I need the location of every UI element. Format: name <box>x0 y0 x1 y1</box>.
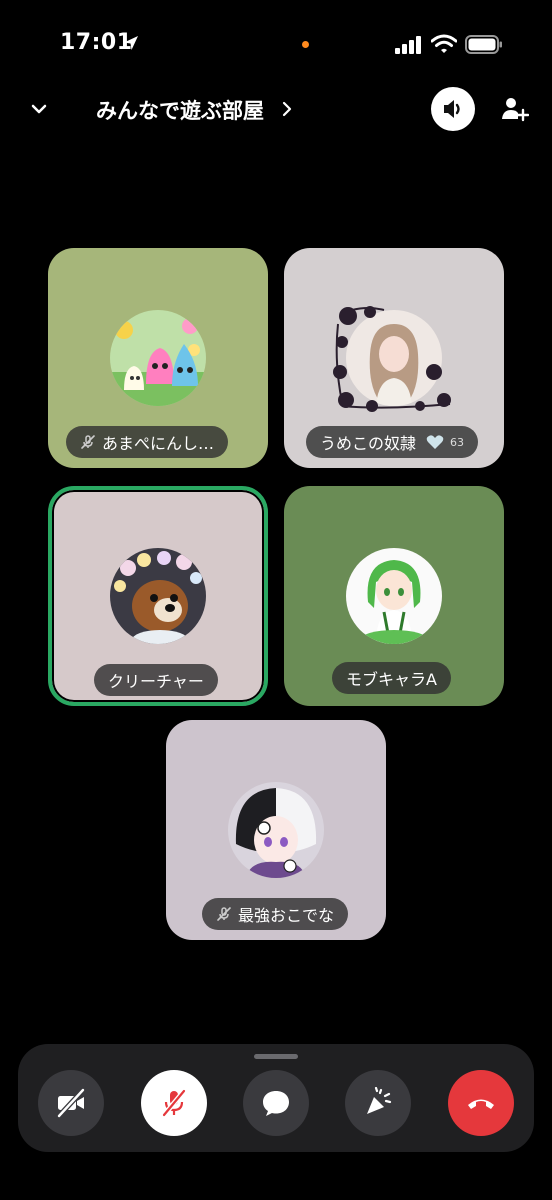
mic-in-use-indicator <box>302 41 309 48</box>
wifi-icon <box>431 34 457 53</box>
participant-name: クリーチャー <box>108 672 204 691</box>
camera-off-icon <box>56 1087 86 1119</box>
mic-off-icon <box>161 1088 187 1118</box>
participant-tile[interactable]: あまぺにんし… <box>48 248 268 468</box>
participant-tile[interactable]: 最強おこでな <box>166 720 386 940</box>
speaker-button[interactable] <box>431 87 475 131</box>
mic-off-icon <box>81 435 95 449</box>
badge-count: 63 <box>450 435 465 449</box>
participant-tile[interactable]: うめこの奴隷 63 <box>284 248 504 468</box>
participant-name: あまぺにんし… <box>102 434 215 453</box>
call-header: みんなで遊ぶ部屋 <box>0 84 552 134</box>
avatar <box>110 310 206 406</box>
location-arrow-icon <box>124 36 138 50</box>
participant-name: うめこの奴隷 <box>320 434 417 453</box>
mic-toggle-button[interactable] <box>141 1070 207 1136</box>
add-user-icon[interactable] <box>499 94 529 124</box>
participant-name: モブキャラA <box>346 670 437 689</box>
end-call-icon <box>468 1099 494 1109</box>
rose-frame-icon <box>333 306 451 412</box>
activity-icon <box>367 1087 392 1114</box>
battery-icon <box>465 35 502 54</box>
heart-badge-icon <box>426 435 444 449</box>
status-bar: 17:01 <box>0 0 552 90</box>
activity-button[interactable] <box>345 1070 411 1136</box>
camera-toggle-button[interactable] <box>38 1070 104 1136</box>
participant-name: 最強おこでな <box>238 906 335 925</box>
participant-tile[interactable]: モブキャラA <box>284 486 504 706</box>
chat-button[interactable] <box>243 1070 309 1136</box>
drag-handle[interactable] <box>254 1054 298 1059</box>
call-controls-bar <box>18 1044 534 1152</box>
participant-name-pill: モブキャラA <box>332 662 451 694</box>
chevron-down-icon[interactable] <box>24 94 54 124</box>
participant-name-pill: うめこの奴隷 63 <box>306 426 479 458</box>
chat-icon <box>263 1091 289 1116</box>
participant-tile-speaking[interactable]: クリーチャー <box>48 486 268 706</box>
participant-name-pill: あまぺにんし… <box>66 426 229 458</box>
avatar <box>346 548 442 644</box>
avatar <box>228 782 324 878</box>
chevron-right-icon[interactable] <box>280 99 294 119</box>
participant-name-pill: 最強おこでな <box>202 898 349 930</box>
room-title[interactable]: みんなで遊ぶ部屋 <box>96 95 264 125</box>
speaker-icon <box>444 100 460 118</box>
signal-icon <box>395 36 421 54</box>
end-call-button[interactable] <box>448 1070 514 1136</box>
mic-off-icon <box>217 907 231 921</box>
participant-name-pill: クリーチャー <box>94 664 218 696</box>
avatar <box>110 548 206 644</box>
